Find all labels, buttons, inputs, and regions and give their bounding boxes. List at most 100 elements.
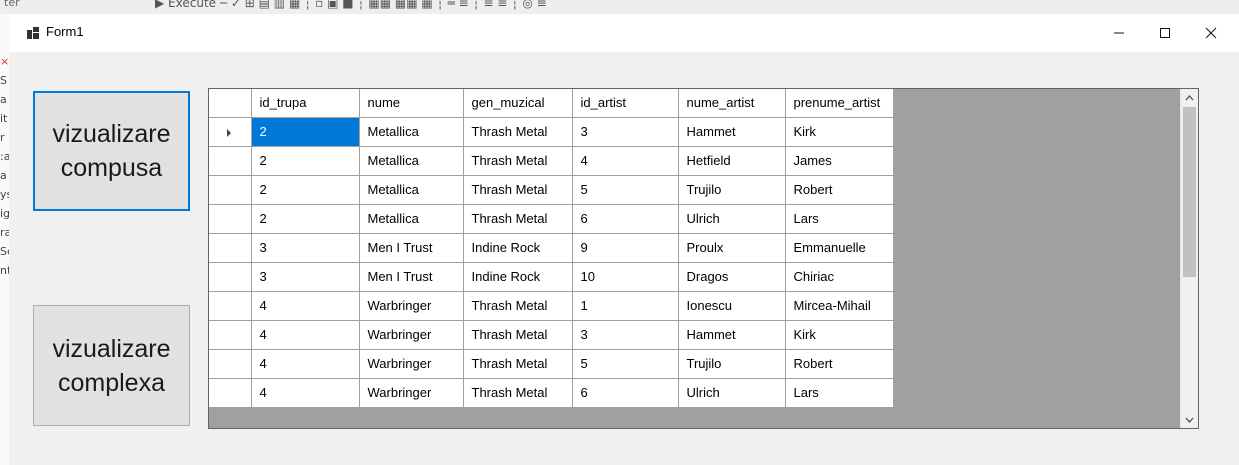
row-header[interactable] <box>209 117 252 147</box>
table-row[interactable]: 4 Warbringer Thrash Metal 3 Hammet Kirk <box>209 320 894 350</box>
cell-nume[interactable]: Warbringer <box>359 291 464 321</box>
cell-nume[interactable]: Warbringer <box>359 378 464 408</box>
table-row[interactable]: 2 Metallica Thrash Metal 4 Hetfield James <box>209 146 894 176</box>
cell-prenume-artist[interactable]: Emmanuelle <box>785 233 894 263</box>
background-ide-toolbar: ter ▶ Execute ─ ✓ ⊞ ▤ ▥ ▦ ┆ ▫ ▣ ■ ┆ ▦▦ ▦… <box>0 0 1239 15</box>
cell-id-trupa[interactable]: 2 <box>251 146 360 176</box>
cell-gen-muzical[interactable]: Thrash Metal <box>463 291 573 321</box>
cell-id-artist[interactable]: 5 <box>572 349 679 379</box>
row-header[interactable] <box>209 262 252 292</box>
cell-id-trupa[interactable]: 4 <box>251 291 360 321</box>
vizualizare-compusa-button[interactable]: vizualizare compusa <box>33 91 190 211</box>
cell-nume-artist[interactable]: Dragos <box>678 262 786 292</box>
column-header-id-artist[interactable]: id_artist <box>572 89 679 118</box>
column-header-prenume-artist[interactable]: prenume_artist <box>785 89 894 118</box>
table-row[interactable]: 2 Metallica Thrash Metal 5 Trujilo Robert <box>209 175 894 205</box>
cell-gen-muzical[interactable]: Indine Rock <box>463 262 573 292</box>
cell-gen-muzical[interactable]: Thrash Metal <box>463 146 573 176</box>
cell-nume-artist[interactable]: Hetfield <box>678 146 786 176</box>
table-row[interactable]: 3 Men I Trust Indine Rock 9 Proulx Emmanuelle <box>209 233 894 263</box>
cell-id-trupa[interactable]: 3 <box>251 233 360 263</box>
row-header[interactable] <box>209 233 252 263</box>
cell-id-artist[interactable]: 9 <box>572 233 679 263</box>
cell-prenume-artist[interactable]: Lars <box>785 378 894 408</box>
cell-nume[interactable]: Men I Trust <box>359 262 464 292</box>
cell-nume-artist[interactable]: Hammet <box>678 320 786 350</box>
cell-id-trupa[interactable]: 2 <box>251 117 360 147</box>
row-header[interactable] <box>209 349 252 379</box>
row-header[interactable] <box>209 320 252 350</box>
cell-nume[interactable]: Warbringer <box>359 349 464 379</box>
cell-prenume-artist[interactable]: Kirk <box>785 320 894 350</box>
cell-nume-artist[interactable]: Hammet <box>678 117 786 147</box>
row-header[interactable] <box>209 146 252 176</box>
cell-id-trupa[interactable]: 4 <box>251 320 360 350</box>
cell-prenume-artist[interactable]: Robert <box>785 349 894 379</box>
cell-nume[interactable]: Men I Trust <box>359 233 464 263</box>
cell-gen-muzical[interactable]: Thrash Metal <box>463 117 573 147</box>
table-row[interactable]: 4 Warbringer Thrash Metal 1 Ionescu Mircea-Mi… <box>209 291 894 321</box>
row-header[interactable] <box>209 175 252 205</box>
cell-nume-artist[interactable]: Ulrich <box>678 204 786 234</box>
cell-id-artist[interactable]: 5 <box>572 175 679 205</box>
cell-gen-muzical[interactable]: Thrash Metal <box>463 175 573 205</box>
cell-nume-artist[interactable]: Ulrich <box>678 378 786 408</box>
cell-id-artist[interactable]: 6 <box>572 204 679 234</box>
column-header-nume-artist[interactable]: nume_artist <box>678 89 786 118</box>
cell-gen-muzical[interactable]: Thrash Metal <box>463 349 573 379</box>
cell-id-trupa[interactable]: 2 <box>251 204 360 234</box>
cell-id-trupa[interactable]: 4 <box>251 349 360 379</box>
cell-nume-artist[interactable]: Trujilo <box>678 175 786 205</box>
cell-gen-muzical[interactable]: Thrash Metal <box>463 378 573 408</box>
row-header[interactable] <box>209 204 252 234</box>
row-header[interactable] <box>209 378 252 408</box>
cell-id-artist[interactable]: 10 <box>572 262 679 292</box>
cell-nume[interactable]: Metallica <box>359 146 464 176</box>
data-grid-table: id_trupa nume gen_muzical id_artist nume… <box>209 89 894 408</box>
cell-nume[interactable]: Metallica <box>359 117 464 147</box>
data-grid[interactable]: id_trupa nume gen_muzical id_artist nume… <box>208 88 1199 429</box>
cell-gen-muzical[interactable]: Thrash Metal <box>463 204 573 234</box>
table-row[interactable]: 4 Warbringer Thrash Metal 6 Ulrich Lars <box>209 378 894 408</box>
maximize-button[interactable] <box>1142 14 1188 52</box>
cell-nume[interactable]: Metallica <box>359 204 464 234</box>
vertical-scrollbar[interactable] <box>1180 89 1198 428</box>
cell-id-artist[interactable]: 1 <box>572 291 679 321</box>
cell-gen-muzical[interactable]: Thrash Metal <box>463 320 573 350</box>
column-header-nume[interactable]: nume <box>359 89 464 118</box>
cell-nume-artist[interactable]: Proulx <box>678 233 786 263</box>
cell-id-artist[interactable]: 3 <box>572 320 679 350</box>
table-row[interactable]: 2 Metallica Thrash Metal 6 Ulrich Lars <box>209 204 894 234</box>
cell-id-artist[interactable]: 6 <box>572 378 679 408</box>
column-header-gen-muzical[interactable]: gen_muzical <box>463 89 573 118</box>
cell-prenume-artist[interactable]: Mircea-Mihail <box>785 291 894 321</box>
row-header[interactable] <box>209 291 252 321</box>
cell-nume-artist[interactable]: Ionescu <box>678 291 786 321</box>
title-bar[interactable]: Form1 <box>9 14 1239 52</box>
cell-prenume-artist[interactable]: Robert <box>785 175 894 205</box>
scrollbar-thumb[interactable] <box>1183 107 1196 277</box>
cell-nume[interactable]: Warbringer <box>359 320 464 350</box>
cell-id-trupa[interactable]: 3 <box>251 262 360 292</box>
cell-nume-artist[interactable]: Trujilo <box>678 349 786 379</box>
table-row[interactable]: 3 Men I Trust Indine Rock 10 Dragos Chiriac <box>209 262 894 292</box>
cell-id-trupa[interactable]: 4 <box>251 378 360 408</box>
cell-id-artist[interactable]: 4 <box>572 146 679 176</box>
row-header-corner[interactable] <box>209 89 252 118</box>
cell-id-trupa[interactable]: 2 <box>251 175 360 205</box>
cell-prenume-artist[interactable]: James <box>785 146 894 176</box>
table-row[interactable]: 2 Metallica Thrash Metal 3 Hammet Kirk <box>209 117 894 147</box>
scroll-down-button[interactable] <box>1181 411 1198 428</box>
cell-prenume-artist[interactable]: Lars <box>785 204 894 234</box>
close-button[interactable] <box>1188 14 1234 52</box>
cell-prenume-artist[interactable]: Kirk <box>785 117 894 147</box>
cell-nume[interactable]: Metallica <box>359 175 464 205</box>
scroll-up-button[interactable] <box>1181 89 1198 106</box>
cell-prenume-artist[interactable]: Chiriac <box>785 262 894 292</box>
minimize-button[interactable] <box>1096 14 1142 52</box>
table-row[interactable]: 4 Warbringer Thrash Metal 5 Trujilo Robert <box>209 349 894 379</box>
cell-id-artist[interactable]: 3 <box>572 117 679 147</box>
cell-gen-muzical[interactable]: Indine Rock <box>463 233 573 263</box>
vizualizare-complexa-button[interactable]: vizualizare complexa <box>33 305 190 426</box>
column-header-id-trupa[interactable]: id_trupa <box>251 89 360 118</box>
